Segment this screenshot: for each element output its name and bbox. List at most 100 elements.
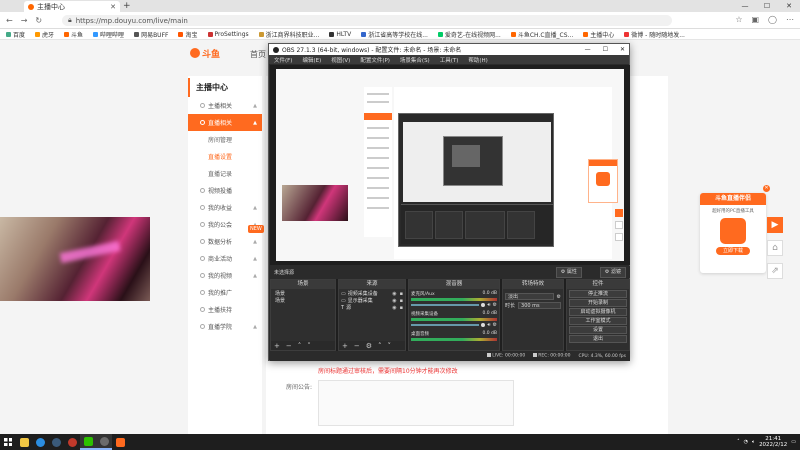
refresh-icon[interactable]: ↻ <box>35 16 42 25</box>
bookmark-item[interactable]: 网易BUFF <box>134 30 168 39</box>
announcement-input[interactable] <box>318 380 514 426</box>
tray-chevron-icon[interactable]: ˄ <box>737 439 740 445</box>
obs-minimize-button[interactable]: — <box>585 46 591 53</box>
taskbar-steam[interactable] <box>48 434 64 450</box>
taskbar-edge[interactable] <box>32 434 48 450</box>
menu-view[interactable]: 视图(V) <box>331 56 350 64</box>
start-recording-button[interactable]: 开始录制 <box>569 299 627 307</box>
obs-preview[interactable] <box>270 65 630 265</box>
promo-download-button[interactable]: 立即下载 <box>716 247 750 255</box>
menu-tools[interactable]: 工具(T) <box>440 56 459 64</box>
sidebar-item-anchor[interactable]: 主播相关 ▲ <box>188 97 262 114</box>
scene-item[interactable]: 场景 <box>273 291 333 298</box>
obs-close-button[interactable]: ✕ <box>620 46 625 53</box>
add-icon[interactable]: + <box>342 342 348 350</box>
bookmark-item[interactable]: 斗鱼 <box>64 30 83 39</box>
sidebar-item-promote[interactable]: 我的推广 <box>188 284 262 301</box>
menu-profile[interactable]: 配置文件(P) <box>360 56 390 64</box>
source-item[interactable]: T 源 ◉ ▪ <box>341 305 403 312</box>
taskbar-netease[interactable] <box>64 434 80 450</box>
forward-icon[interactable]: → <box>21 16 28 25</box>
back-icon[interactable]: ← <box>6 16 13 25</box>
douyu-logo[interactable]: 斗鱼 <box>190 46 228 60</box>
promo-close-icon[interactable]: ✕ <box>763 185 770 192</box>
duration-input[interactable]: 300 ms <box>518 302 561 309</box>
speaker-icon[interactable]: 🔊︎ <box>487 322 490 328</box>
filters-button[interactable]: ⚙ 滤镜 <box>599 266 626 278</box>
home-link[interactable]: 首页 <box>250 49 266 60</box>
volume-slider[interactable] <box>411 324 480 326</box>
sidebar-subitem-settings[interactable]: 直播设置 <box>188 148 262 165</box>
move-down-icon[interactable]: ˅ <box>388 342 392 350</box>
properties-button[interactable]: ⚙ 属性 <box>555 266 582 278</box>
studio-mode-button[interactable]: 工作室模式 <box>569 317 627 325</box>
gear-icon[interactable]: ⚙ <box>493 322 497 328</box>
speaker-icon[interactable]: 🔊︎ <box>487 302 490 308</box>
notification-icon[interactable]: ▭ <box>791 439 796 445</box>
exit-button[interactable]: 退出 <box>569 335 627 343</box>
settings-button[interactable]: 设置 <box>569 326 627 334</box>
transition-select[interactable]: 淡出 <box>505 293 554 300</box>
lock-icon[interactable]: ▪ <box>400 298 403 305</box>
sidebar-item-myvideo[interactable]: 我的视频 ▲ <box>188 267 262 284</box>
bookmark-item[interactable]: 淘宝 <box>178 30 198 39</box>
lock-icon[interactable]: ▪ <box>400 305 403 312</box>
volume-slider[interactable] <box>411 304 480 306</box>
virtual-camera-button[interactable]: 启动虚拟摄像机 <box>569 308 627 316</box>
sidebar-item-academy[interactable]: 直播学院 ▲ <box>188 318 262 335</box>
minimize-button[interactable]: — <box>734 0 756 12</box>
volume-icon[interactable]: 🔈︎ <box>752 439 755 445</box>
menu-scene-collection[interactable]: 场景集合(S) <box>400 56 430 64</box>
taskbar-douyu[interactable] <box>112 434 128 450</box>
browser-tab[interactable]: 主播中心 ✕ <box>24 1 120 12</box>
gear-icon[interactable]: ⚙ <box>366 342 372 350</box>
bookmark-item[interactable]: 虎牙 <box>35 30 54 39</box>
sidebar-item-support[interactable]: 主播扶持 <box>188 301 262 318</box>
menu-icon[interactable]: ⋯ <box>786 15 794 24</box>
maximize-button[interactable]: ☐ <box>756 0 778 12</box>
source-item[interactable]: ▭ 视频采集设备 ◉ ▪ <box>341 291 403 298</box>
bookmark-item[interactable]: 爱奇艺-在线视频网... <box>437 30 501 39</box>
lock-icon[interactable]: ▪ <box>400 291 403 298</box>
menu-help[interactable]: 帮助(H) <box>468 56 487 64</box>
stop-streaming-button[interactable]: 停止推流 <box>569 290 627 298</box>
remove-icon[interactable]: − <box>286 342 292 350</box>
gear-icon[interactable]: ⚙ <box>557 294 561 300</box>
scene-item[interactable]: 场景 <box>273 298 333 305</box>
move-up-icon[interactable]: ˄ <box>298 342 302 350</box>
bookmark-item[interactable]: 微博 - 随时随地发... <box>624 30 685 39</box>
bookmark-item[interactable]: 百度 <box>6 30 25 39</box>
taskbar-obs[interactable] <box>96 434 112 450</box>
favorite-icon[interactable]: ☆ <box>735 15 742 24</box>
float-live-icon[interactable]: ▶ <box>767 217 783 233</box>
eye-icon[interactable]: ◉ <box>392 291 396 298</box>
move-down-icon[interactable]: ˅ <box>307 342 311 350</box>
obs-window[interactable]: OBS 27.1.3 (64-bit, windows) - 配置文件: 未命名… <box>268 43 630 361</box>
menu-file[interactable]: 文件(F) <box>274 56 292 64</box>
sidebar-subitem-records[interactable]: 直播记录 <box>188 165 262 182</box>
close-window-button[interactable]: ✕ <box>778 0 800 12</box>
remove-icon[interactable]: − <box>354 342 360 350</box>
obs-maximize-button[interactable]: ☐ <box>603 46 608 53</box>
profile-icon[interactable]: ◯ <box>768 15 777 24</box>
source-item[interactable]: ▭ 显示器采集 ◉ ▪ <box>341 298 403 305</box>
menu-edit[interactable]: 编辑(E) <box>302 56 321 64</box>
sidebar-item-video[interactable]: 视频投播 <box>188 182 262 199</box>
clock[interactable]: 21:41 2022/2/12 <box>759 436 787 448</box>
sidebar-item-live[interactable]: 直播相关 ▲ <box>188 114 262 131</box>
close-tab-icon[interactable]: ✕ <box>110 3 116 11</box>
bookmark-item[interactable]: ProSettings <box>207 31 249 38</box>
eye-icon[interactable]: ◉ <box>392 298 396 305</box>
sidebar-item-income[interactable]: 我的收益 ▲ <box>188 199 262 216</box>
move-up-icon[interactable]: ˄ <box>378 342 382 350</box>
bookmark-item[interactable]: HLTV <box>329 31 351 38</box>
bookmark-item[interactable]: 浙江省高等学校在线... <box>361 30 428 39</box>
sidebar-subitem-room[interactable]: 房间管理 <box>188 131 262 148</box>
network-icon[interactable]: ◔ <box>744 439 748 445</box>
taskbar-wechat[interactable] <box>80 434 96 450</box>
url-field[interactable]: 🔒︎ https://mp.douyu.com/live/main <box>62 15 672 26</box>
float-home-icon[interactable]: ⌂ <box>767 240 783 256</box>
bookmark-item[interactable]: 浙江商界科技职业... <box>258 30 319 39</box>
eye-icon[interactable]: ◉ <box>392 305 396 312</box>
bookmark-item[interactable]: 主播中心 <box>583 30 614 39</box>
